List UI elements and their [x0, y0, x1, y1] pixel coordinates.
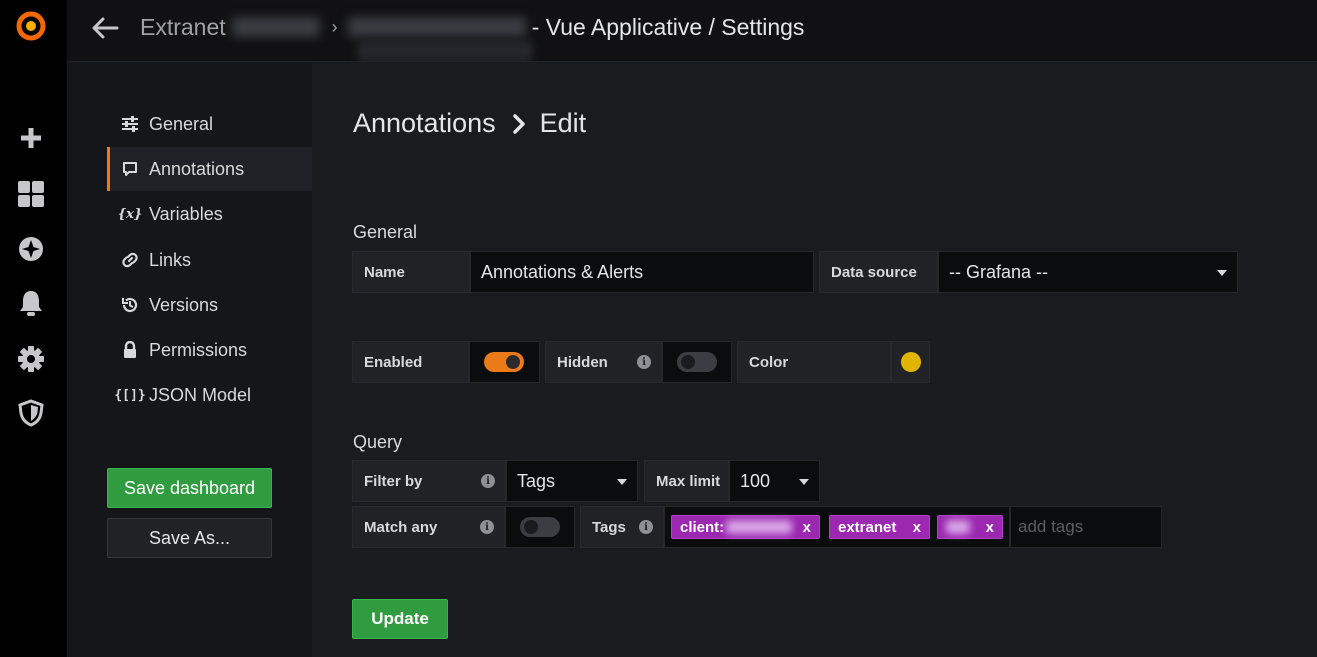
- json-brackets-icon: {[]}: [114, 387, 146, 403]
- settings-nav-label: JSON Model: [149, 384, 252, 405]
- settings-nav-label: Annotations: [149, 158, 245, 179]
- grafana-app: Extranet › - Vue Applicative / Settings …: [0, 0, 1317, 657]
- back-button[interactable]: [89, 12, 121, 44]
- settings-nav-label: Variables: [149, 203, 223, 224]
- query-section-heading: Query: [353, 432, 403, 452]
- side-menu: [0, 0, 67, 657]
- update-button[interactable]: Update: [352, 599, 448, 639]
- settings-nav-label: General: [149, 113, 214, 134]
- caret-down-icon: [799, 479, 809, 485]
- tag-chip[interactable]: client: x: [671, 515, 820, 539]
- editor-header: Annotations Edit: [353, 108, 586, 139]
- redacted-tag-text: [946, 520, 970, 534]
- max-limit-value: 100: [740, 470, 771, 491]
- settings-nav-permissions[interactable]: Permissions: [107, 328, 312, 372]
- server-admin-shield-icon[interactable]: [14, 396, 48, 430]
- arrow-left-icon: [92, 17, 119, 39]
- hidden-toggle[interactable]: [677, 352, 717, 372]
- filter-by-select[interactable]: Tags: [506, 460, 638, 502]
- history-icon: [119, 296, 141, 314]
- filter-by-value: Tags: [517, 470, 556, 491]
- info-icon[interactable]: i: [639, 520, 653, 534]
- annotation-editor: Annotations Edit General Name Annotation…: [312, 62, 1317, 657]
- settings-nav-annotations[interactable]: Annotations: [107, 147, 312, 191]
- redacted-tag-text: [726, 520, 793, 534]
- redacted-folder-name: [231, 17, 320, 37]
- redacted-dashboard-name: [347, 17, 526, 37]
- page-toolbar: Extranet › - Vue Applicative / Settings: [67, 0, 1317, 62]
- add-tags-input[interactable]: add tags: [1010, 506, 1162, 548]
- hidden-toggle-container: [662, 341, 732, 383]
- tags-label: Tags i: [580, 506, 664, 548]
- data-source-value: -- Grafana --: [949, 261, 1049, 282]
- enabled-toggle-container: [469, 341, 540, 383]
- data-source-label: Data source: [819, 251, 938, 293]
- info-icon[interactable]: i: [481, 474, 495, 488]
- match-any-toggle[interactable]: [520, 517, 560, 537]
- chevron-right-icon: ›: [331, 16, 338, 37]
- explore-compass-icon[interactable]: [14, 232, 48, 266]
- color-label: Color: [737, 341, 891, 383]
- variable-icon: {x}: [117, 206, 143, 222]
- settings-nav-versions[interactable]: Versions: [107, 283, 312, 327]
- settings-sidebar: General Annotations {x} Variables Links …: [67, 62, 312, 657]
- info-icon[interactable]: i: [480, 520, 494, 534]
- info-icon[interactable]: i: [637, 355, 651, 369]
- tag-chip[interactable]: extranet x: [829, 515, 930, 539]
- name-input[interactable]: Annotations & Alerts: [470, 251, 814, 293]
- link-icon: [119, 251, 141, 269]
- hidden-label: Hidden i: [545, 341, 662, 383]
- color-swatch[interactable]: [901, 352, 921, 372]
- settings-nav-label: Versions: [149, 294, 219, 315]
- settings-nav-general[interactable]: General: [107, 102, 312, 146]
- remove-tag-button[interactable]: x: [803, 519, 811, 536]
- breadcrumb-folder[interactable]: Extranet: [140, 14, 226, 41]
- color-picker-container: [891, 341, 930, 383]
- caret-down-icon: [1217, 270, 1227, 276]
- dashboards-icon[interactable]: [14, 177, 48, 211]
- settings-nav-json-model[interactable]: {[]} JSON Model: [107, 373, 312, 417]
- tag-chip[interactable]: x: [937, 515, 1003, 539]
- match-any-label: Match any i: [352, 506, 505, 548]
- page-title: - Vue Applicative / Settings: [531, 13, 805, 40]
- match-any-toggle-container: [505, 506, 575, 548]
- settings-nav-label: Links: [149, 249, 192, 270]
- comment-icon: [119, 161, 141, 177]
- grafana-logo-icon[interactable]: [14, 9, 48, 43]
- breadcrumb: Extranet › - Vue Applicative / Settings: [140, 13, 804, 41]
- settings-nav-links[interactable]: Links: [107, 238, 312, 282]
- header-title[interactable]: Annotations: [353, 108, 496, 139]
- caret-down-icon: [617, 479, 627, 485]
- remove-tag-button[interactable]: x: [913, 519, 921, 536]
- remove-tag-button[interactable]: x: [986, 519, 994, 536]
- redaction-shadow: [357, 40, 533, 62]
- general-section-heading: General: [353, 222, 418, 242]
- save-as-button[interactable]: Save As...: [107, 518, 272, 558]
- sliders-icon: [119, 116, 141, 132]
- settings-nav-variables[interactable]: {x} Variables: [107, 192, 312, 236]
- lock-icon: [119, 341, 141, 359]
- configuration-gear-icon[interactable]: [14, 342, 48, 376]
- chevron-right-icon: [512, 113, 526, 135]
- max-limit-select[interactable]: 100: [729, 460, 820, 502]
- max-limit-label: Max limit: [644, 460, 729, 502]
- filter-by-label: Filter by i: [352, 460, 506, 502]
- name-label: Name: [352, 251, 470, 293]
- header-subtitle: Edit: [539, 108, 587, 138]
- enabled-label: Enabled: [352, 341, 469, 383]
- data-source-select[interactable]: -- Grafana --: [938, 251, 1238, 293]
- settings-nav-label: Permissions: [149, 339, 248, 360]
- plus-icon[interactable]: [14, 121, 48, 155]
- alerting-bell-icon[interactable]: [14, 286, 48, 320]
- enabled-toggle[interactable]: [484, 352, 524, 372]
- save-dashboard-button[interactable]: Save dashboard: [107, 468, 272, 508]
